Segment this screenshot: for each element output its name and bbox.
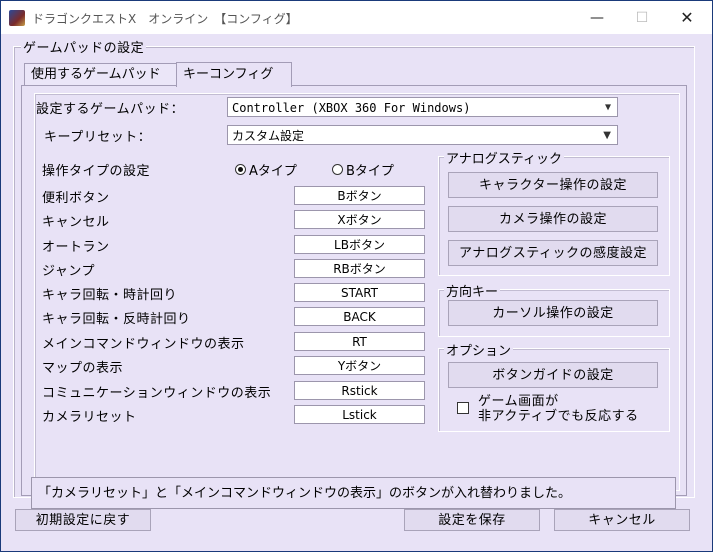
save-settings-button[interactable]: 設定を保存 [404, 509, 540, 531]
key-assign-box[interactable]: Yボタン [294, 356, 425, 375]
preset-select[interactable]: カスタム設定 ▼ [227, 125, 618, 145]
radio-type-b[interactable]: Bタイプ [332, 160, 394, 179]
chevron-down-icon: ▼ [604, 102, 611, 113]
options-group-label: オプション [444, 340, 514, 359]
key-config-panel: 設定するゲームパッド： Controller (XBOX 360 For Win… [21, 85, 687, 496]
key-row-label: コミュニケーションウィンドウの表示 [42, 386, 272, 401]
inactive-input-checkbox[interactable] [457, 402, 469, 414]
key-assign-box[interactable]: RT [294, 332, 425, 351]
key-row-label: オートラン [42, 240, 110, 255]
key-row-label: 便利ボタン [42, 191, 110, 206]
key-assign-box[interactable]: START [294, 283, 425, 302]
operation-type-label: 操作タイプの設定 [42, 164, 151, 179]
analog-sensitivity-settings-button[interactable]: アナログスティックの感度設定 [448, 240, 658, 266]
key-row-label: マップの表示 [42, 361, 124, 376]
reset-defaults-button[interactable]: 初期設定に戻す [15, 509, 151, 531]
radio-type-a[interactable]: Aタイプ [235, 160, 297, 179]
key-row-label: キャラ回転・反時計回り [42, 312, 191, 327]
app-icon [9, 10, 25, 26]
status-message: 「カメラリセット」と「メインコマンドウィンドウの表示」のボタンが入れ替わりました… [31, 477, 676, 509]
client-area: ゲームパッドの設定 使用するゲームパッド キーコンフィグ 設定するゲームパッド：… [1, 34, 712, 551]
radio-type-b-label: Bタイプ [346, 164, 394, 179]
cancel-button[interactable]: キャンセル [554, 509, 690, 531]
direction-key-group-label: 方向キー [444, 281, 501, 300]
key-row-label: ジャンプ [42, 264, 95, 279]
inactive-input-checkbox-label: ゲーム画面が 非アクティブでも反応する [478, 394, 639, 424]
config-window: ドラゴンクエストX オンライン 【コンフィグ】 — ☐ ✕ ゲームパッドの設定 … [0, 0, 713, 552]
minimize-button[interactable]: — [574, 1, 620, 34]
key-row-label: メインコマンドウィンドウの表示 [42, 337, 245, 352]
key-assign-box[interactable]: Bボタン [294, 186, 425, 205]
title-bar[interactable]: ドラゴンクエストX オンライン 【コンフィグ】 — ☐ ✕ [1, 1, 712, 34]
gamepad-select[interactable]: Controller (XBOX 360 For Windows) ▼ [227, 97, 618, 117]
maximize-button[interactable]: ☐ [619, 1, 665, 34]
checkbox-label-line-2: 非アクティブでも反応する [478, 409, 639, 424]
gamepad-label: 設定するゲームパッド： [36, 102, 185, 117]
key-assign-box[interactable]: Lstick [294, 405, 425, 424]
key-row-label: キャラ回転・時計回り [42, 288, 178, 303]
preset-select-value: カスタム設定 [232, 129, 305, 143]
radio-unselected-icon [332, 164, 343, 175]
key-assign-box[interactable]: LBボタン [294, 235, 425, 254]
checkbox-label-line-1: ゲーム画面が [478, 394, 559, 409]
key-row-label: カメラリセット [42, 410, 137, 425]
key-assign-box[interactable]: Xボタン [294, 210, 425, 229]
key-row-label: キャンセル [42, 215, 110, 230]
key-assign-box[interactable]: BACK [294, 307, 425, 326]
chevron-down-icon: ▼ [603, 130, 611, 141]
close-button[interactable]: ✕ [664, 1, 710, 34]
key-assign-box[interactable]: Rstick [294, 381, 425, 400]
tab-gamepad-select[interactable]: 使用するゲームパッド [24, 63, 179, 86]
key-assign-box[interactable]: RBボタン [294, 259, 425, 278]
button-guide-settings-button[interactable]: ボタンガイドの設定 [448, 362, 658, 388]
gamepad-settings-group-label: ゲームパッドの設定 [21, 37, 147, 56]
analog-stick-group-label: アナログスティック [444, 148, 564, 167]
cursor-control-settings-button[interactable]: カーソル操作の設定 [448, 300, 658, 326]
camera-control-settings-button[interactable]: カメラ操作の設定 [448, 206, 658, 232]
character-control-settings-button[interactable]: キャラクター操作の設定 [448, 172, 658, 198]
gamepad-select-value: Controller (XBOX 360 For Windows) [232, 101, 471, 115]
tab-key-config[interactable]: キーコンフィグ [176, 62, 292, 87]
radio-selected-icon [235, 164, 246, 175]
preset-label: キープリセット： [44, 130, 152, 145]
radio-type-a-label: Aタイプ [249, 164, 297, 179]
window-title: ドラゴンクエストX オンライン 【コンフィグ】 [32, 12, 298, 26]
